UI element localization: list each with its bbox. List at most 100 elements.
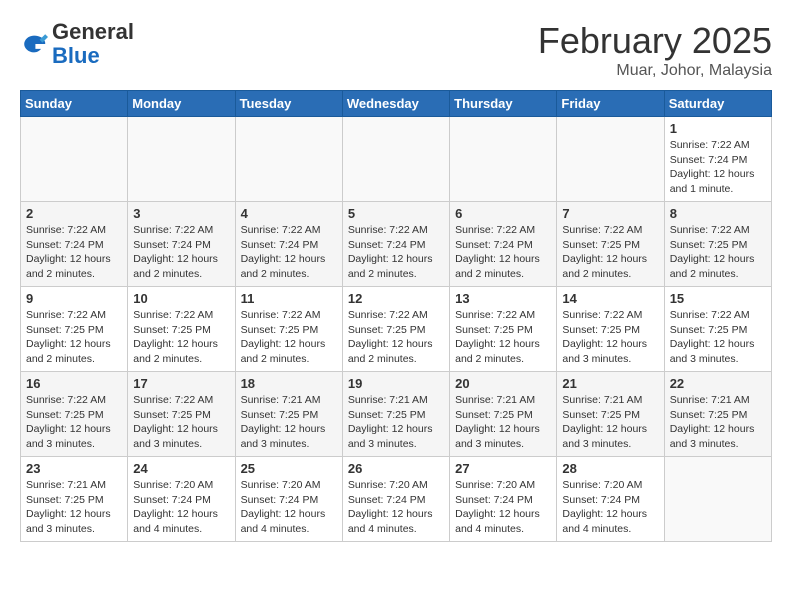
- header-day-wednesday: Wednesday: [342, 91, 449, 117]
- header-day-tuesday: Tuesday: [235, 91, 342, 117]
- calendar-cell: [342, 117, 449, 202]
- day-number: 16: [26, 376, 122, 391]
- day-info: Sunrise: 7:22 AM Sunset: 7:25 PM Dayligh…: [455, 308, 551, 367]
- header-day-monday: Monday: [128, 91, 235, 117]
- day-info: Sunrise: 7:22 AM Sunset: 7:25 PM Dayligh…: [26, 308, 122, 367]
- calendar-week-3: 9 Sunrise: 7:22 AM Sunset: 7:25 PM Daylig…: [21, 287, 772, 372]
- day-info: Sunrise: 7:22 AM Sunset: 7:24 PM Dayligh…: [241, 223, 337, 282]
- calendar-cell: 2 Sunrise: 7:22 AM Sunset: 7:24 PM Daylig…: [21, 202, 128, 287]
- day-number: 27: [455, 461, 551, 476]
- calendar-cell: [21, 117, 128, 202]
- day-info: Sunrise: 7:20 AM Sunset: 7:24 PM Dayligh…: [133, 478, 229, 537]
- day-number: 26: [348, 461, 444, 476]
- day-info: Sunrise: 7:22 AM Sunset: 7:25 PM Dayligh…: [241, 308, 337, 367]
- calendar-cell: 26 Sunrise: 7:20 AM Sunset: 7:24 PM Dayli…: [342, 457, 449, 542]
- calendar-cell: 9 Sunrise: 7:22 AM Sunset: 7:25 PM Daylig…: [21, 287, 128, 372]
- calendar-cell: [128, 117, 235, 202]
- day-number: 8: [670, 206, 766, 221]
- calendar-cell: 25 Sunrise: 7:20 AM Sunset: 7:24 PM Dayli…: [235, 457, 342, 542]
- calendar-cell: 14 Sunrise: 7:22 AM Sunset: 7:25 PM Dayli…: [557, 287, 664, 372]
- day-info: Sunrise: 7:22 AM Sunset: 7:25 PM Dayligh…: [133, 393, 229, 452]
- day-info: Sunrise: 7:22 AM Sunset: 7:24 PM Dayligh…: [455, 223, 551, 282]
- day-info: Sunrise: 7:22 AM Sunset: 7:25 PM Dayligh…: [26, 393, 122, 452]
- day-number: 11: [241, 291, 337, 306]
- calendar-cell: [664, 457, 771, 542]
- calendar-cell: 17Sunrise: 7:22 AM Sunset: 7:25 PM Dayli…: [128, 372, 235, 457]
- location: Muar, Johor, Malaysia: [538, 62, 772, 80]
- calendar-cell: 1 Sunrise: 7:22 AM Sunset: 7:24 PM Daylig…: [664, 117, 771, 202]
- day-number: 24: [133, 461, 229, 476]
- calendar-cell: 16 Sunrise: 7:22 AM Sunset: 7:25 PM Dayli…: [21, 372, 128, 457]
- day-number: 1: [670, 121, 766, 136]
- day-number: 19: [348, 376, 444, 391]
- logo-text: General Blue: [52, 20, 134, 68]
- calendar-cell: 23 Sunrise: 7:21 AM Sunset: 7:25 PM Dayli…: [21, 457, 128, 542]
- day-info: Sunrise: 7:22 AM Sunset: 7:25 PM Dayligh…: [348, 308, 444, 367]
- day-number: 2: [26, 206, 122, 221]
- day-number: 4: [241, 206, 337, 221]
- calendar-cell: 5 Sunrise: 7:22 AM Sunset: 7:24 PM Daylig…: [342, 202, 449, 287]
- calendar-cell: 18 Sunrise: 7:21 AM Sunset: 7:25 PM Dayli…: [235, 372, 342, 457]
- day-number: 18: [241, 376, 337, 391]
- day-info: Sunrise: 7:22 AM Sunset: 7:25 PM Dayligh…: [562, 308, 658, 367]
- calendar-table: SundayMondayTuesdayWednesdayThursdayFrid…: [20, 90, 772, 542]
- day-info: Sunrise: 7:21 AM Sunset: 7:25 PM Dayligh…: [455, 393, 551, 452]
- day-number: 14: [562, 291, 658, 306]
- day-number: 22: [670, 376, 766, 391]
- header-row: SundayMondayTuesdayWednesdayThursdayFrid…: [21, 91, 772, 117]
- day-info: Sunrise: 7:22 AM Sunset: 7:25 PM Dayligh…: [670, 223, 766, 282]
- calendar-cell: 24 Sunrise: 7:20 AM Sunset: 7:24 PM Dayli…: [128, 457, 235, 542]
- calendar-cell: 12 Sunrise: 7:22 AM Sunset: 7:25 PM Dayli…: [342, 287, 449, 372]
- day-info: Sunrise: 7:21 AM Sunset: 7:25 PM Dayligh…: [241, 393, 337, 452]
- calendar-week-2: 2 Sunrise: 7:22 AM Sunset: 7:24 PM Daylig…: [21, 202, 772, 287]
- day-number: 28: [562, 461, 658, 476]
- calendar-cell: 10Sunrise: 7:22 AM Sunset: 7:25 PM Dayli…: [128, 287, 235, 372]
- calendar-cell: 20 Sunrise: 7:21 AM Sunset: 7:25 PM Dayli…: [450, 372, 557, 457]
- calendar-cell: 15 Sunrise: 7:22 AM Sunset: 7:25 PM Dayli…: [664, 287, 771, 372]
- calendar-cell: [450, 117, 557, 202]
- calendar-cell: 19 Sunrise: 7:21 AM Sunset: 7:25 PM Dayli…: [342, 372, 449, 457]
- day-info: Sunrise: 7:20 AM Sunset: 7:24 PM Dayligh…: [241, 478, 337, 537]
- day-info: Sunrise: 7:22 AM Sunset: 7:24 PM Dayligh…: [133, 223, 229, 282]
- day-number: 15: [670, 291, 766, 306]
- day-number: 6: [455, 206, 551, 221]
- day-number: 5: [348, 206, 444, 221]
- day-info: Sunrise: 7:22 AM Sunset: 7:24 PM Dayligh…: [26, 223, 122, 282]
- day-number: 13: [455, 291, 551, 306]
- calendar-cell: [557, 117, 664, 202]
- day-info: Sunrise: 7:22 AM Sunset: 7:24 PM Dayligh…: [348, 223, 444, 282]
- day-info: Sunrise: 7:22 AM Sunset: 7:24 PM Dayligh…: [670, 138, 766, 197]
- day-number: 25: [241, 461, 337, 476]
- calendar-cell: 8 Sunrise: 7:22 AM Sunset: 7:25 PM Daylig…: [664, 202, 771, 287]
- logo: General Blue: [20, 20, 134, 68]
- calendar-week-5: 23 Sunrise: 7:21 AM Sunset: 7:25 PM Dayli…: [21, 457, 772, 542]
- day-number: 21: [562, 376, 658, 391]
- day-info: Sunrise: 7:20 AM Sunset: 7:24 PM Dayligh…: [455, 478, 551, 537]
- header-day-friday: Friday: [557, 91, 664, 117]
- header-day-sunday: Sunday: [21, 91, 128, 117]
- calendar-cell: [235, 117, 342, 202]
- calendar-week-4: 16 Sunrise: 7:22 AM Sunset: 7:25 PM Dayli…: [21, 372, 772, 457]
- calendar-cell: 21 Sunrise: 7:21 AM Sunset: 7:25 PM Dayli…: [557, 372, 664, 457]
- day-number: 23: [26, 461, 122, 476]
- day-info: Sunrise: 7:20 AM Sunset: 7:24 PM Dayligh…: [348, 478, 444, 537]
- day-info: Sunrise: 7:22 AM Sunset: 7:25 PM Dayligh…: [670, 308, 766, 367]
- day-info: Sunrise: 7:21 AM Sunset: 7:25 PM Dayligh…: [562, 393, 658, 452]
- header-day-thursday: Thursday: [450, 91, 557, 117]
- calendar-cell: 7Sunrise: 7:22 AM Sunset: 7:25 PM Daylig…: [557, 202, 664, 287]
- calendar-week-1: 1 Sunrise: 7:22 AM Sunset: 7:24 PM Daylig…: [21, 117, 772, 202]
- day-number: 20: [455, 376, 551, 391]
- calendar-cell: 11 Sunrise: 7:22 AM Sunset: 7:25 PM Dayli…: [235, 287, 342, 372]
- header-day-saturday: Saturday: [664, 91, 771, 117]
- day-info: Sunrise: 7:21 AM Sunset: 7:25 PM Dayligh…: [26, 478, 122, 537]
- calendar-cell: 3 Sunrise: 7:22 AM Sunset: 7:24 PM Daylig…: [128, 202, 235, 287]
- day-number: 12: [348, 291, 444, 306]
- day-number: 3: [133, 206, 229, 221]
- day-info: Sunrise: 7:22 AM Sunset: 7:25 PM Dayligh…: [562, 223, 658, 282]
- day-info: Sunrise: 7:21 AM Sunset: 7:25 PM Dayligh…: [348, 393, 444, 452]
- month-title: February 2025: [538, 20, 772, 62]
- day-info: Sunrise: 7:22 AM Sunset: 7:25 PM Dayligh…: [133, 308, 229, 367]
- page-header: General Blue February 2025 Muar, Johor, …: [20, 20, 772, 80]
- day-number: 9: [26, 291, 122, 306]
- calendar-cell: 6 Sunrise: 7:22 AM Sunset: 7:24 PM Daylig…: [450, 202, 557, 287]
